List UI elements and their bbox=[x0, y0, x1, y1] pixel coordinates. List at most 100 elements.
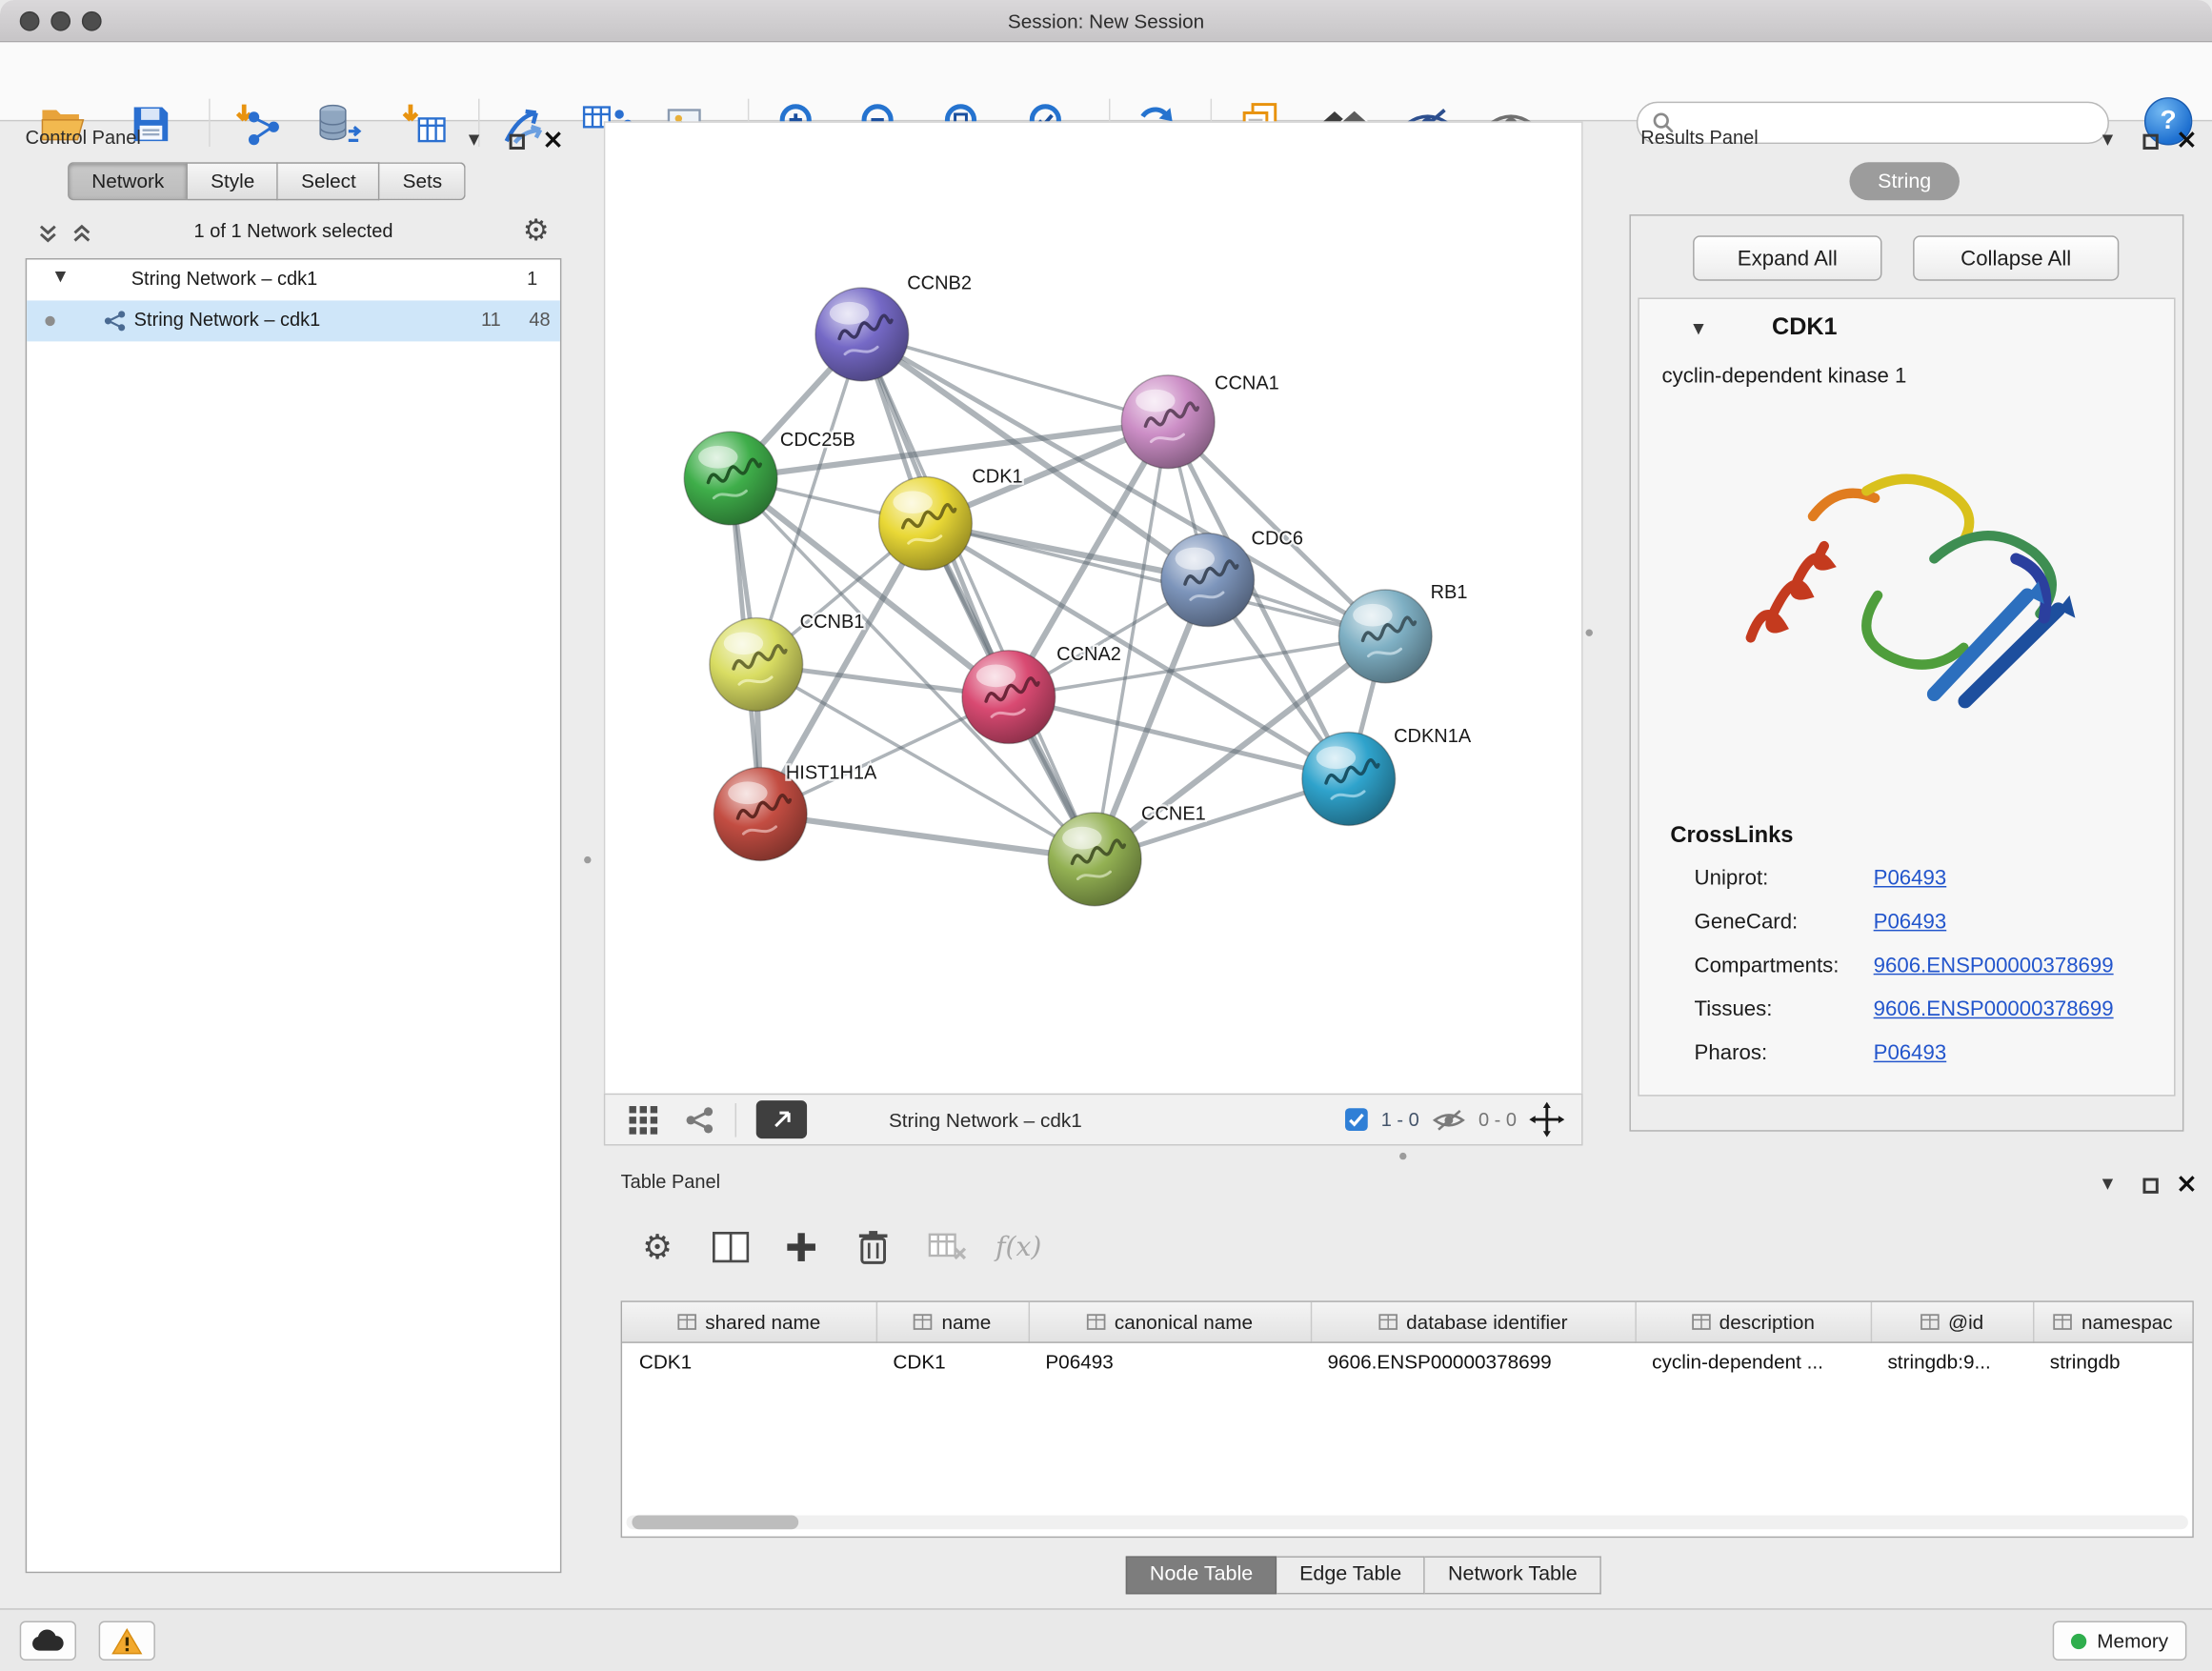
results-panel-body: Expand All Collapse All ▼ CDK1 cyclin-de… bbox=[1629, 214, 2183, 1132]
node-label-CCNA2: CCNA2 bbox=[1056, 644, 1121, 665]
warnings-button[interactable] bbox=[99, 1621, 155, 1661]
network-node-CCNB1[interactable] bbox=[710, 618, 803, 712]
column-header-canonical-name[interactable]: canonical name bbox=[1029, 1302, 1311, 1341]
crosslink-link-tissues[interactable]: 9606.ENSP00000378699 bbox=[1874, 997, 2114, 1021]
import-network-database-icon[interactable] bbox=[309, 94, 368, 153]
crosslink-label-pharos: Pharos: bbox=[1695, 1041, 1768, 1065]
status-bar: Memory bbox=[0, 1608, 2212, 1670]
network-options-gear-icon[interactable]: ⚙ bbox=[522, 216, 551, 245]
expand-all-button[interactable]: Expand All bbox=[1693, 235, 1881, 280]
control-panel-close-icon[interactable]: × bbox=[539, 126, 568, 154]
tab-sets[interactable]: Sets bbox=[380, 162, 466, 200]
column-header-id[interactable]: @id bbox=[1871, 1302, 2033, 1341]
show-columns-icon[interactable] bbox=[700, 1217, 762, 1278]
column-header-shared-name[interactable]: shared name bbox=[622, 1302, 876, 1341]
cloud-icon bbox=[31, 1629, 66, 1652]
tab-network[interactable]: Network bbox=[68, 162, 188, 200]
network-node-CDC25B[interactable] bbox=[684, 432, 777, 525]
control-panel-float-icon[interactable]: ▼ bbox=[460, 127, 489, 155]
node-label-CCNA1: CCNA1 bbox=[1215, 373, 1279, 394]
cell-name[interactable]: CDK1 bbox=[876, 1341, 1029, 1379]
crosslink-link-pharos[interactable]: P06493 bbox=[1874, 1041, 1947, 1065]
cell-description[interactable]: cyclin-dependent ... bbox=[1635, 1341, 1870, 1379]
network-edge[interactable] bbox=[760, 814, 1095, 858]
cell-canonical-name[interactable]: P06493 bbox=[1029, 1341, 1311, 1379]
crosslink-link-genecard[interactable]: P06493 bbox=[1874, 910, 1947, 934]
results-panel-float-icon[interactable]: ▼ bbox=[2094, 127, 2122, 155]
detach-view-button[interactable] bbox=[756, 1100, 807, 1138]
delete-table-icon[interactable] bbox=[917, 1217, 979, 1278]
network-node-count: 11 bbox=[481, 309, 501, 330]
tree-network-row[interactable]: String Network – cdk1 11 48 bbox=[27, 300, 560, 341]
results-panel-maximize-icon[interactable] bbox=[2136, 127, 2164, 155]
import-network-file-icon[interactable] bbox=[229, 94, 288, 153]
cell-namespace[interactable]: stringdb bbox=[2033, 1341, 2192, 1379]
bottom-splitter-handle[interactable] bbox=[1399, 1153, 1406, 1159]
network-node-CCNA1[interactable] bbox=[1121, 375, 1215, 469]
scrollbar-thumb[interactable] bbox=[632, 1515, 798, 1529]
node-label-CDC6: CDC6 bbox=[1252, 529, 1303, 550]
network-node-CDC6[interactable] bbox=[1161, 534, 1255, 627]
collapse-all-button[interactable]: Collapse All bbox=[1913, 235, 2119, 280]
column-header-name[interactable]: name bbox=[876, 1302, 1029, 1341]
tab-style[interactable]: Style bbox=[188, 162, 278, 200]
crosslink-link-uniprot[interactable]: P06493 bbox=[1874, 866, 1947, 890]
control-panel-maximize-icon[interactable] bbox=[502, 127, 531, 155]
cell-database-identifier[interactable]: 9606.ENSP00000378699 bbox=[1311, 1341, 1636, 1379]
table-panel-close-icon[interactable]: × bbox=[2173, 1170, 2202, 1198]
right-splitter-handle[interactable] bbox=[1586, 629, 1593, 635]
left-splitter-handle[interactable] bbox=[584, 856, 591, 863]
network-overview-icon[interactable] bbox=[681, 1105, 718, 1134]
table-row[interactable]: CDK1 CDK1 P06493 9606.ENSP00000378699 cy… bbox=[622, 1341, 2192, 1379]
hidden-items-icon[interactable] bbox=[1432, 1105, 1466, 1134]
network-tree: ▼ String Network – cdk1 1 String Network… bbox=[26, 258, 562, 1573]
node-label-CDKN1A: CDKN1A bbox=[1394, 726, 1472, 747]
results-panel-title: Results Panel bbox=[1640, 127, 1758, 148]
network-share-icon bbox=[102, 308, 128, 333]
tab-node-table[interactable]: Node Table bbox=[1126, 1556, 1277, 1594]
column-header-namespace[interactable]: namespac bbox=[2033, 1302, 2192, 1341]
results-tab-string[interactable]: String bbox=[1849, 162, 1960, 200]
tab-select[interactable]: Select bbox=[278, 162, 380, 200]
crosslink-label-uniprot: Uniprot: bbox=[1695, 866, 1769, 890]
control-panel-tabs: Network Style Select Sets bbox=[68, 162, 466, 200]
delete-column-trash-icon[interactable] bbox=[842, 1217, 904, 1278]
function-builder-icon[interactable]: f(x) bbox=[988, 1217, 1050, 1278]
network-node-CDK1[interactable] bbox=[879, 477, 973, 571]
table-options-gear-icon[interactable]: ⚙ bbox=[627, 1217, 689, 1278]
tree-root-row[interactable]: ▼ String Network – cdk1 1 bbox=[27, 259, 560, 300]
selected-nodes-checkbox-icon[interactable] bbox=[1344, 1108, 1368, 1132]
network-node-CCNE1[interactable] bbox=[1048, 813, 1141, 906]
cell-id[interactable]: stringdb:9... bbox=[1871, 1341, 2033, 1379]
add-column-icon[interactable] bbox=[771, 1217, 833, 1278]
network-node-CDKN1A[interactable] bbox=[1302, 733, 1396, 826]
column-header-description[interactable]: description bbox=[1635, 1302, 1870, 1341]
network-node-CCNA2[interactable] bbox=[962, 651, 1056, 744]
tab-edge-table[interactable]: Edge Table bbox=[1277, 1556, 1425, 1594]
memory-button[interactable]: Memory bbox=[2053, 1621, 2186, 1661]
import-table-file-icon[interactable] bbox=[393, 94, 452, 153]
node-label-CCNB2: CCNB2 bbox=[907, 273, 972, 294]
network-node-CCNB2[interactable] bbox=[815, 288, 909, 381]
grid-view-icon[interactable] bbox=[625, 1105, 662, 1134]
tree-expand-icon[interactable]: ▼ bbox=[55, 271, 66, 285]
memory-status-dot bbox=[2072, 1633, 2087, 1648]
pan-crosshair-icon[interactable] bbox=[1529, 1102, 1564, 1137]
tab-network-table[interactable]: Network Table bbox=[1425, 1556, 1601, 1594]
network-node-RB1[interactable] bbox=[1338, 590, 1432, 683]
tree-root-label: String Network – cdk1 bbox=[131, 268, 318, 289]
crosslink-link-compartments[interactable]: 9606.ENSP00000378699 bbox=[1874, 954, 2114, 977]
results-panel-close-icon[interactable]: × bbox=[2173, 126, 2202, 154]
table-panel-maximize-icon[interactable] bbox=[2136, 1171, 2164, 1199]
table-type-tabs: Node Table Edge Table Network Table bbox=[1126, 1556, 1601, 1594]
cloud-status-button[interactable] bbox=[20, 1621, 76, 1661]
network-edge[interactable] bbox=[862, 334, 1095, 859]
cell-shared-name[interactable]: CDK1 bbox=[622, 1341, 876, 1379]
gene-collapse-icon[interactable]: ▼ bbox=[1684, 316, 1713, 345]
network-edge[interactable] bbox=[862, 334, 1168, 422]
column-header-database-identifier[interactable]: database identifier bbox=[1311, 1302, 1636, 1341]
network-canvas[interactable]: CCNB2CCNA1CDC25BCDK1CDC6RB1CCNB1CCNA2CDK… bbox=[604, 121, 1583, 1093]
table-panel-float-icon[interactable]: ▼ bbox=[2094, 1171, 2122, 1199]
table-horizontal-scrollbar[interactable] bbox=[627, 1515, 2188, 1529]
title-bar: Session: New Session bbox=[0, 0, 2212, 42]
